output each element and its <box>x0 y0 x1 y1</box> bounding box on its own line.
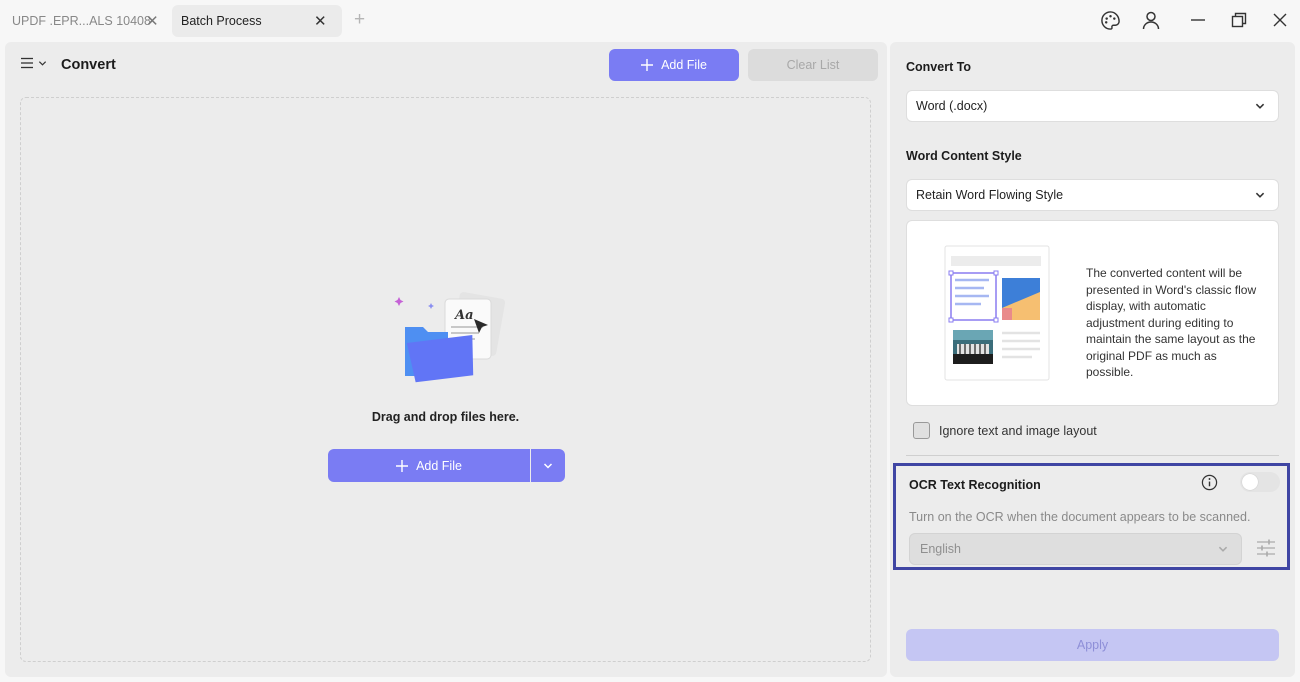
folder-files-illustration: Aa <box>393 281 513 404</box>
clear-list-label: Clear List <box>786 58 840 72</box>
settings-panel: Convert To Word (.docx) Word Content Sty… <box>890 42 1295 677</box>
add-file-label: Add File <box>416 458 462 473</box>
ignore-layout-checkbox[interactable] <box>913 422 930 439</box>
ocr-title: OCR Text Recognition <box>909 478 1041 492</box>
convert-to-select[interactable]: Word (.docx) <box>906 90 1279 122</box>
content-style-label: Word Content Style <box>906 149 1022 163</box>
chevron-down-icon <box>1255 103 1265 109</box>
drop-instruction: Drag and drop files here. <box>371 410 520 424</box>
ocr-language-select[interactable]: English <box>909 533 1242 565</box>
style-preview-card: The converted content will be presented … <box>906 220 1279 406</box>
add-file-button[interactable]: Add File <box>609 49 739 81</box>
convert-to-label: Convert To <box>906 60 972 74</box>
ocr-hint: Turn on the OCR when the document appear… <box>909 510 1251 524</box>
convert-to-value: Word (.docx) <box>916 99 988 113</box>
ignore-layout-option[interactable]: Ignore text and image layout <box>913 422 1097 439</box>
close-icon[interactable]: ✕ <box>314 12 327 30</box>
title-bar: UPDF .EPR...ALS 10408 ✕ Batch Process ✕ … <box>0 0 1300 40</box>
style-description: The converted content will be presented … <box>1086 266 1257 379</box>
ocr-language-value: English <box>920 542 961 556</box>
user-icon[interactable] <box>1140 9 1162 31</box>
minimize-icon[interactable] <box>1187 9 1209 31</box>
ocr-toggle[interactable] <box>1240 472 1280 492</box>
divider <box>906 455 1279 456</box>
tab-label: UPDF .EPR...ALS 10408 <box>12 14 151 28</box>
file-drop-zone[interactable]: Aa Drag and drop files here. Add File <box>20 97 871 662</box>
add-file-dropdown-button[interactable] <box>531 449 565 482</box>
chevron-down-icon <box>1255 192 1265 198</box>
close-icon[interactable] <box>1269 9 1291 31</box>
tab-updf-document[interactable]: UPDF .EPR...ALS 10408 ✕ <box>12 5 164 37</box>
sliders-icon[interactable] <box>1256 538 1276 558</box>
page-title: Convert <box>61 57 116 73</box>
close-icon[interactable]: ✕ <box>146 12 159 30</box>
info-icon[interactable] <box>1201 474 1218 491</box>
add-file-button-center[interactable]: Add File <box>328 449 530 482</box>
plus-icon <box>396 459 409 472</box>
document-layout-illustration <box>944 245 1050 384</box>
hamburger-icon <box>21 57 33 69</box>
chevron-down-icon <box>543 462 553 469</box>
illustration-text: Aa <box>453 308 474 323</box>
tab-batch-process[interactable]: Batch Process ✕ <box>172 5 342 37</box>
ocr-section: OCR Text Recognition Turn on the OCR whe… <box>893 463 1290 570</box>
apply-button[interactable]: Apply <box>906 629 1279 661</box>
toggle-knob <box>1242 474 1258 490</box>
content-style-select[interactable]: Retain Word Flowing Style <box>906 179 1279 211</box>
add-file-label: Add File <box>661 58 707 72</box>
plus-icon <box>641 59 654 71</box>
ignore-layout-label: Ignore text and image layout <box>939 423 1097 438</box>
chevron-down-icon <box>1218 546 1228 552</box>
tab-label: Batch Process <box>181 14 262 28</box>
plus-icon[interactable]: + <box>354 10 365 30</box>
clear-list-button[interactable]: Clear List <box>748 49 878 81</box>
palette-icon[interactable] <box>1099 9 1121 31</box>
restore-icon[interactable] <box>1228 9 1250 31</box>
menu-button[interactable] <box>20 56 47 70</box>
apply-label: Apply <box>1076 638 1109 652</box>
content-style-value: Retain Word Flowing Style <box>916 188 1064 202</box>
convert-panel: Convert Add File Clear List Aa Drag and … <box>5 42 887 677</box>
chevron-down-icon <box>38 60 47 66</box>
add-file-split-button: Add File <box>328 449 565 482</box>
